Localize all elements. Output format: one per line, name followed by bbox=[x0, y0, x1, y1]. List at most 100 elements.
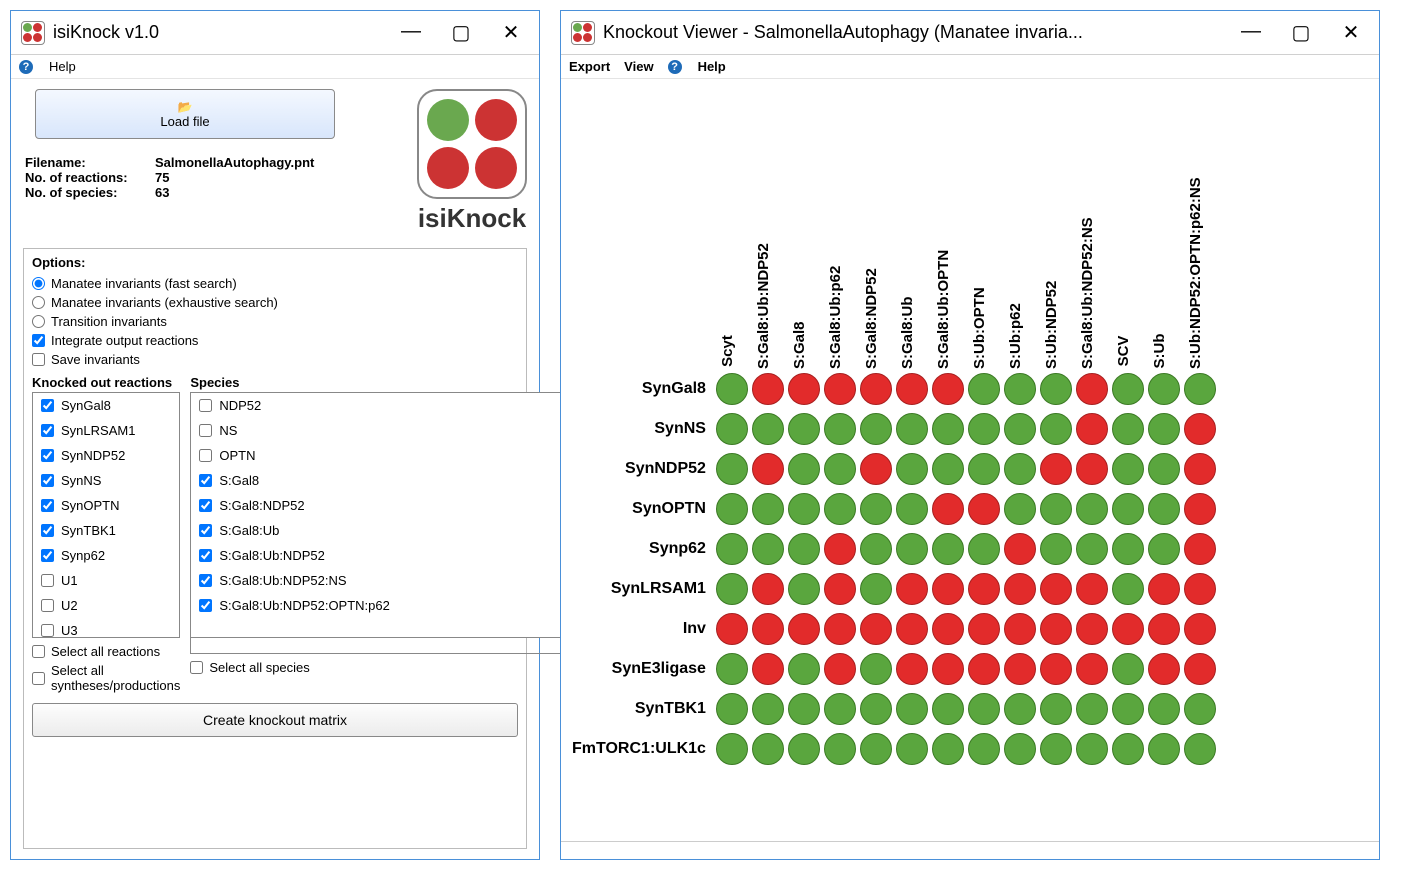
list-item[interactable]: NS bbox=[191, 418, 591, 443]
green-dot-icon bbox=[788, 453, 820, 485]
minimize-button[interactable]: — bbox=[401, 20, 421, 45]
green-dot-icon bbox=[1148, 373, 1180, 405]
species-listbox[interactable]: NDP52NSOPTNS:Gal8S:Gal8:NDP52S:Gal8:UbS:… bbox=[190, 392, 592, 638]
list-item[interactable]: U2 bbox=[33, 593, 179, 618]
help-menu[interactable]: Help bbox=[49, 59, 76, 74]
matrix-h-scrollbar[interactable] bbox=[561, 841, 1379, 859]
red-dot-icon bbox=[1076, 453, 1108, 485]
red-dot-icon bbox=[1040, 653, 1072, 685]
col-header: S:Gal8:Ub bbox=[894, 89, 930, 369]
list-item[interactable]: S:Gal8:Ub:NDP52 bbox=[191, 543, 591, 568]
list-item[interactable]: SynLRSAM1 bbox=[33, 418, 179, 443]
col-header: S:Gal8 bbox=[786, 89, 822, 369]
green-dot-icon bbox=[968, 373, 1000, 405]
row-header: SynTBK1 bbox=[571, 689, 714, 729]
red-dot-icon bbox=[860, 453, 892, 485]
red-dot-icon bbox=[1004, 613, 1036, 645]
green-dot-icon bbox=[716, 413, 748, 445]
radio-transition-invariants[interactable]: Transition invariants bbox=[32, 312, 518, 331]
menu-view[interactable]: View bbox=[624, 59, 653, 74]
green-dot-icon bbox=[716, 493, 748, 525]
green-dot-icon bbox=[788, 733, 820, 765]
species-count-label: No. of species: bbox=[25, 185, 155, 200]
close-button[interactable]: ✕ bbox=[1341, 20, 1361, 45]
check-save-invariants[interactable]: Save invariants bbox=[32, 350, 518, 369]
red-dot-icon bbox=[932, 493, 964, 525]
check-select-all-species[interactable]: Select all species bbox=[190, 658, 592, 677]
options-label: Options: bbox=[32, 255, 518, 270]
list-item[interactable]: SynNDP52 bbox=[33, 443, 179, 468]
maximize-button[interactable]: ▢ bbox=[451, 20, 471, 45]
green-dot-icon bbox=[1004, 693, 1036, 725]
green-dot-icon bbox=[932, 413, 964, 445]
green-dot-icon bbox=[968, 733, 1000, 765]
green-dot-icon bbox=[1076, 733, 1108, 765]
menu-help[interactable]: Help bbox=[698, 59, 726, 74]
minimize-button[interactable]: — bbox=[1241, 20, 1261, 45]
col-header: Scyt bbox=[714, 89, 750, 369]
matrix-viewport[interactable]: ScytS:Gal8:Ub:NDP52S:Gal8S:Gal8:Ub:p62S:… bbox=[561, 79, 1379, 841]
green-dot-icon bbox=[788, 533, 820, 565]
list-item[interactable]: U1 bbox=[33, 568, 179, 593]
red-dot-icon bbox=[860, 613, 892, 645]
list-item[interactable]: SynNS bbox=[33, 468, 179, 493]
close-button[interactable]: ✕ bbox=[501, 20, 521, 45]
list-item[interactable]: Synp62 bbox=[33, 543, 179, 568]
red-dot-icon bbox=[968, 613, 1000, 645]
titlebar: isiKnock v1.0 — ▢ ✕ bbox=[11, 11, 539, 55]
red-dot-icon bbox=[1184, 533, 1216, 565]
list-item[interactable]: OPTN bbox=[191, 443, 591, 468]
maximize-button[interactable]: ▢ bbox=[1291, 20, 1311, 45]
reactions-listbox[interactable]: SynGal8SynLRSAM1SynNDP52SynNSSynOPTNSynT… bbox=[32, 392, 180, 638]
list-item[interactable]: S:Gal8:Ub:NDP52:OPTN:p62 bbox=[191, 593, 591, 618]
list-item[interactable]: U3 bbox=[33, 618, 179, 638]
green-dot-icon bbox=[824, 733, 856, 765]
col-header: S:Ub bbox=[1146, 89, 1182, 369]
green-dot-icon bbox=[1040, 693, 1072, 725]
green-dot-icon bbox=[1148, 453, 1180, 485]
logo-icon bbox=[417, 89, 527, 199]
green-dot-icon bbox=[716, 733, 748, 765]
load-file-button[interactable]: 📂 Load file bbox=[35, 89, 335, 139]
list-item[interactable]: S:Gal8 bbox=[191, 468, 591, 493]
reactions-count-value: 75 bbox=[155, 170, 169, 185]
list-item[interactable]: S:Gal8:Ub:NDP52:NS bbox=[191, 568, 591, 593]
green-dot-icon bbox=[1004, 733, 1036, 765]
list-item[interactable]: S:Gal8:Ub bbox=[191, 518, 591, 543]
list-item[interactable]: S:Gal8:NDP52 bbox=[191, 493, 591, 518]
green-dot-icon bbox=[968, 453, 1000, 485]
list-item[interactable]: SynTBK1 bbox=[33, 518, 179, 543]
species-h-scrollbar[interactable] bbox=[190, 638, 592, 654]
menu-export[interactable]: Export bbox=[569, 59, 610, 74]
green-dot-icon bbox=[860, 653, 892, 685]
list-item[interactable]: SynGal8 bbox=[33, 393, 179, 418]
knockout-matrix: ScytS:Gal8:Ub:NDP52S:Gal8S:Gal8:Ub:p62S:… bbox=[571, 89, 1218, 769]
species-count-value: 63 bbox=[155, 185, 169, 200]
check-select-all-reactions[interactable]: Select all reactions bbox=[32, 642, 180, 661]
list-item[interactable]: SynOPTN bbox=[33, 493, 179, 518]
row-header: SynNS bbox=[571, 409, 714, 449]
green-dot-icon bbox=[824, 693, 856, 725]
options-panel: Options: Manatee invariants (fast search… bbox=[23, 248, 527, 849]
row-header: Inv bbox=[571, 609, 714, 649]
radio-exhaustive-search[interactable]: Manatee invariants (exhaustive search) bbox=[32, 293, 518, 312]
red-dot-icon bbox=[932, 653, 964, 685]
window-title: isiKnock v1.0 bbox=[53, 22, 401, 43]
help-bar: ? Help bbox=[11, 55, 539, 79]
green-dot-icon bbox=[824, 493, 856, 525]
col-header: S:Gal8:Ub:p62 bbox=[822, 89, 858, 369]
app-icon bbox=[571, 21, 595, 45]
list-item[interactable]: NDP52 bbox=[191, 393, 591, 418]
green-dot-icon bbox=[716, 373, 748, 405]
green-dot-icon bbox=[752, 733, 784, 765]
radio-fast-search[interactable]: Manatee invariants (fast search) bbox=[32, 274, 518, 293]
filename-label: Filename: bbox=[25, 155, 155, 170]
create-matrix-button[interactable]: Create knockout matrix bbox=[32, 703, 518, 737]
check-select-all-syntheses[interactable]: Select all syntheses/productions bbox=[32, 661, 180, 695]
green-dot-icon bbox=[968, 693, 1000, 725]
check-integrate-output[interactable]: Integrate output reactions bbox=[32, 331, 518, 350]
green-dot-icon bbox=[716, 453, 748, 485]
green-dot-icon bbox=[752, 493, 784, 525]
green-dot-icon bbox=[716, 533, 748, 565]
filename-value: SalmonellaAutophagy.pnt bbox=[155, 155, 314, 170]
